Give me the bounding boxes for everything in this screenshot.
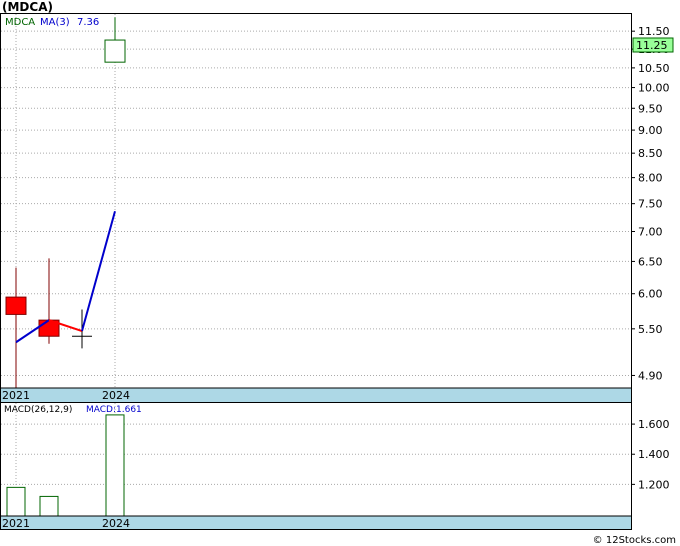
macd-y-tick-label: 1.400 xyxy=(638,448,670,461)
macd-grid xyxy=(1,403,631,516)
macd-bar xyxy=(39,495,59,517)
macd-x-tick-label: 2021 xyxy=(2,517,30,530)
price-y-tick-label: 10.50 xyxy=(638,62,670,75)
price-y-tick-label: 11.50 xyxy=(638,25,670,38)
price-y-tick-label: 6.50 xyxy=(638,255,663,268)
candlesticks xyxy=(5,17,126,388)
price-y-tick-label: 4.90 xyxy=(638,369,663,382)
macd-bar xyxy=(105,414,125,517)
macd-title: MACD(26,12,9) xyxy=(4,405,72,415)
price-panel-frame xyxy=(0,13,632,403)
candle-body xyxy=(5,296,27,315)
price-x-tick-label: 2024 xyxy=(102,389,130,402)
chart-title: (MDCA) xyxy=(2,0,53,14)
price-y-axis: 4.90 5.50 6.00 6.50 7.00 7.50 8.00 8.50 9.00 9.50… xyxy=(631,25,670,382)
macd-x-tick-label: 2024 xyxy=(102,517,130,530)
footer-credit: © 12Stocks.com xyxy=(593,535,676,546)
price-y-tick-label: 8.50 xyxy=(638,147,663,160)
macd-bars xyxy=(6,414,125,517)
macd-value-label: MACD:1.661 xyxy=(86,405,142,415)
ma-segment xyxy=(81,211,116,332)
price-grid xyxy=(1,14,631,388)
price-y-tick-label: 10.00 xyxy=(638,82,670,95)
macd-x-axis-band xyxy=(1,516,631,529)
moving-average-line xyxy=(15,211,116,344)
stock-chart: (MDCA) 4.90 5.50 6.00 6.50 7.00 7.50 8.00 8.50 9… xyxy=(0,0,676,546)
price-y-tick-label: 9.00 xyxy=(638,124,663,137)
price-y-tick-label: 8.00 xyxy=(638,172,663,185)
macd-bar xyxy=(6,486,26,517)
price-y-tick-label: 7.50 xyxy=(638,198,663,211)
macd-y-axis: 1.200 1.400 1.600 xyxy=(631,418,670,491)
macd-y-tick-label: 1.200 xyxy=(638,478,670,491)
price-y-tick-label: 6.00 xyxy=(638,288,663,301)
price-y-tick-label: 7.00 xyxy=(638,226,663,239)
macd-y-tick-label: 1.600 xyxy=(638,418,670,431)
candle-body xyxy=(104,39,126,63)
current-price-label: 11.25 xyxy=(636,39,668,52)
price-x-tick-label: 2021 xyxy=(2,389,30,402)
price-y-tick-label: 5.50 xyxy=(638,323,663,336)
legend-ma-value: 7.36 xyxy=(77,17,99,28)
price-y-tick-label: 9.50 xyxy=(638,102,663,115)
legend-symbol: MDCA xyxy=(5,17,35,28)
price-x-axis-band xyxy=(1,388,631,402)
legend-ma-label: MA(3) xyxy=(40,17,70,28)
macd-panel-frame xyxy=(0,402,632,530)
